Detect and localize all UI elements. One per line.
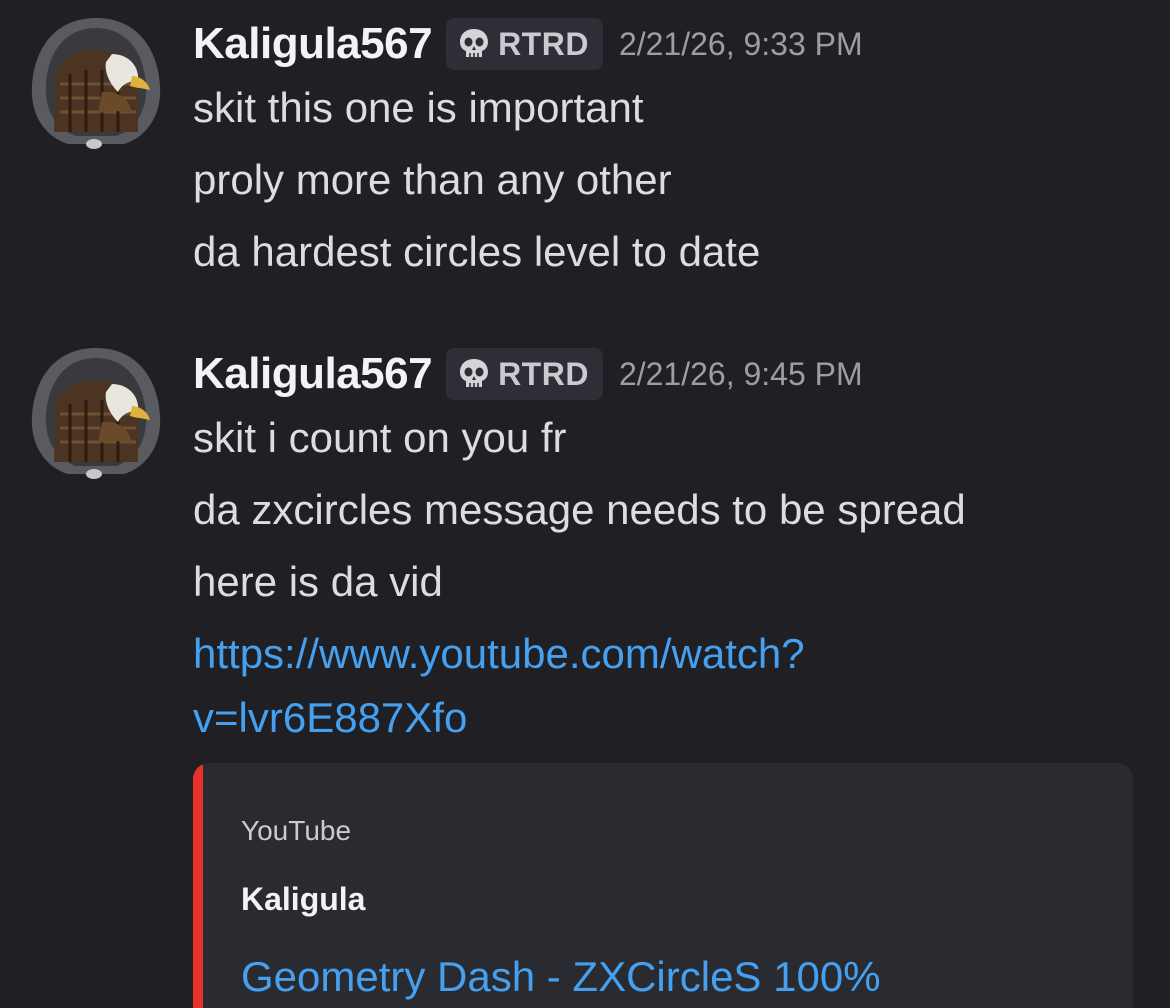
message-text: skit i count on you fr	[193, 414, 567, 461]
message-text: da zxcircles message needs to be spread	[193, 486, 966, 533]
user-avatar[interactable]	[26, 14, 166, 154]
message-text: proly more than any other	[193, 156, 672, 203]
embed-accent-bar	[193, 763, 203, 1008]
skull-icon	[460, 29, 489, 57]
username[interactable]: Kaligula567	[193, 349, 433, 399]
message-header: Kaligula567 RTRD 2/21/26, 9:45 PM	[193, 346, 863, 402]
role-tag-label: RTRD	[498, 355, 589, 392]
message-text: skit this one is important	[193, 84, 644, 131]
message-text: here is da vid	[193, 558, 443, 605]
embed-provider[interactable]: YouTube	[241, 815, 351, 847]
chat-message-list: Kaligula567 RTRD 2/21/26, 9:33 PM skit t…	[0, 0, 1170, 1008]
skull-icon	[460, 359, 489, 387]
embed-title-link[interactable]: Geometry Dash - ZXCircleS 100%	[241, 953, 881, 1001]
message-timestamp: 2/21/26, 9:33 PM	[618, 25, 863, 62]
role-tag-label: RTRD	[498, 25, 589, 62]
youtube-link[interactable]: https://www.youtube.com/watch?	[193, 630, 805, 678]
hooded-eagle-avatar-image	[26, 344, 166, 484]
embed-author[interactable]: Kaligula	[241, 881, 365, 918]
message-text: da hardest circles level to date	[193, 228, 761, 275]
user-avatar[interactable]	[26, 344, 166, 484]
role-tag[interactable]: RTRD	[446, 348, 603, 400]
message-timestamp: 2/21/26, 9:45 PM	[618, 355, 863, 392]
hooded-eagle-avatar-image	[26, 14, 166, 154]
username[interactable]: Kaligula567	[193, 19, 433, 69]
role-tag[interactable]: RTRD	[446, 18, 603, 70]
youtube-link-continued[interactable]: v=lvr6E887Xfo	[193, 694, 467, 742]
message-header: Kaligula567 RTRD 2/21/26, 9:33 PM	[193, 16, 863, 72]
link-embed: YouTube Kaligula Geometry Dash - ZXCircl…	[193, 763, 1133, 1008]
